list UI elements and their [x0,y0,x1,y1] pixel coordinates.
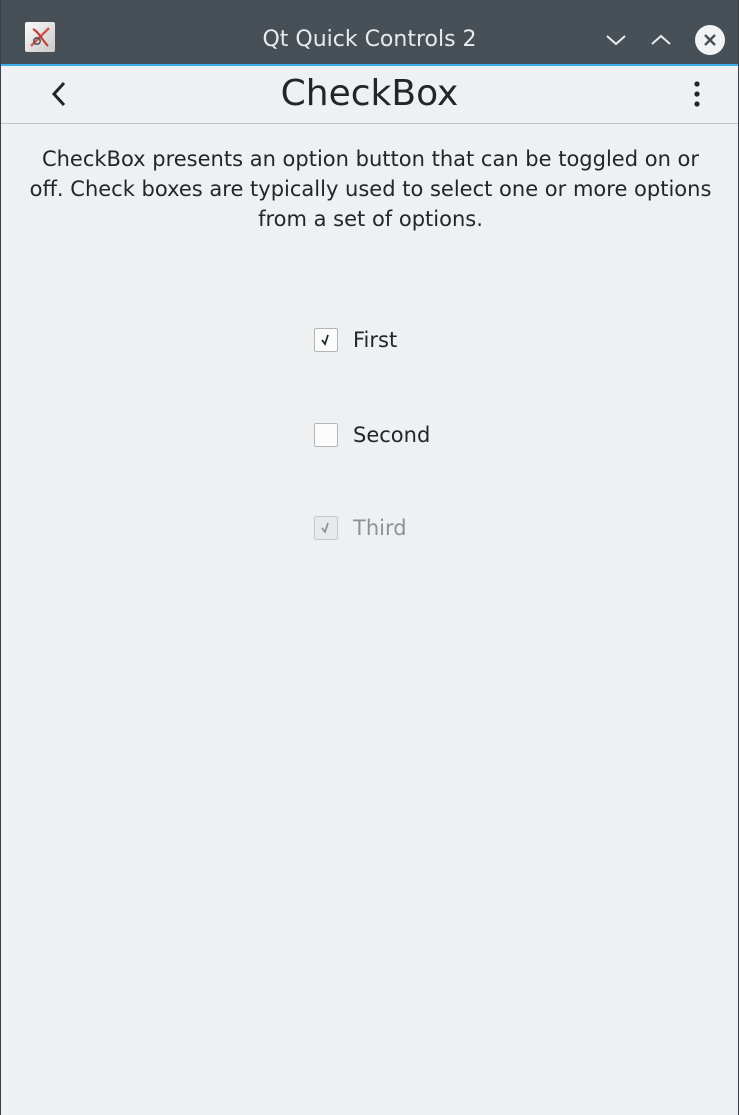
check-icon [321,522,329,534]
checkbox-indicator[interactable] [314,423,338,447]
checkbox-second[interactable]: Second [314,418,430,452]
menu-button[interactable] [679,74,715,114]
maximize-button[interactable] [644,23,678,57]
checkbox-third: Third [314,511,407,545]
check-icon [321,334,329,346]
kebab-menu-icon [694,81,700,107]
checkbox-label: Third [353,516,407,540]
page-toolbar: CheckBox [1,66,738,124]
minimize-button[interactable] [599,23,633,57]
window-titlebar[interactable]: Qt Quick Controls 2 [1,0,738,66]
app-window: Qt Quick Controls 2 CheckBox CheckBox pr… [0,0,739,1115]
chevron-down-icon [606,35,626,46]
checkbox-first[interactable]: First [314,323,397,357]
close-icon [704,34,716,46]
checkbox-indicator [314,516,338,540]
page-description: CheckBox presents an option button that … [29,147,712,231]
checkbox-label: Second [353,423,431,447]
chevron-up-icon [651,34,671,45]
page-title: CheckBox [280,73,459,114]
checkbox-indicator[interactable] [314,328,338,352]
close-button[interactable] [693,23,727,57]
checkbox-label: First [353,328,398,352]
